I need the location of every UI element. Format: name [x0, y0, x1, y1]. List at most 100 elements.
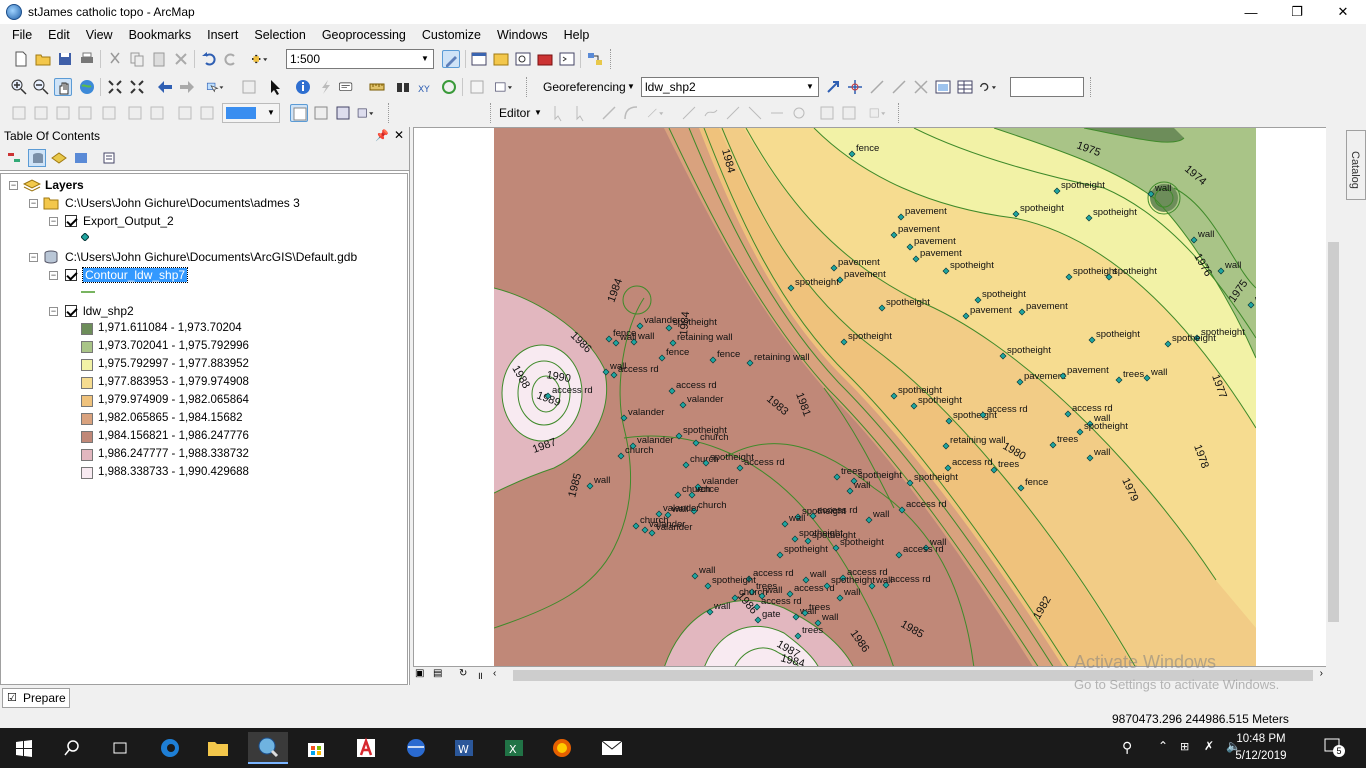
list-by-source-icon[interactable]: [28, 149, 46, 167]
rotate-tool-icon[interactable]: [978, 78, 1004, 96]
menu-edit[interactable]: Edit: [40, 24, 78, 46]
network-icon[interactable]: ✗: [1204, 739, 1214, 753]
menu-help[interactable]: Help: [556, 24, 598, 46]
delete-icon[interactable]: [172, 50, 190, 68]
mail-icon[interactable]: [592, 732, 632, 764]
maximize-button[interactable]: ❐: [1274, 0, 1320, 24]
change-layout-icon[interactable]: [334, 104, 352, 122]
menu-geoprocessing[interactable]: Geoprocessing: [314, 24, 414, 46]
legend-swatch[interactable]: [81, 359, 93, 371]
arctoolbox-icon[interactable]: [536, 50, 554, 68]
layer-raster[interactable]: ldw_shp2: [83, 302, 134, 320]
list-by-selection-icon[interactable]: [72, 149, 90, 167]
new-document-icon[interactable]: [12, 50, 30, 68]
cut-icon[interactable]: [106, 50, 124, 68]
add-data-icon[interactable]: [250, 50, 276, 68]
layer-contour[interactable]: Contour_ldw_shp7: [81, 266, 189, 284]
rotate-edit-icon[interactable]: [768, 104, 786, 122]
excel-icon[interactable]: X: [494, 732, 534, 764]
contour-visibility-checkbox[interactable]: [65, 269, 77, 281]
focus-data-frame-icon[interactable]: [312, 104, 330, 122]
language-icon[interactable]: ⊞: [1180, 740, 1189, 753]
action-center-icon[interactable]: 5: [1324, 738, 1345, 757]
layout-pan-icon[interactable]: [54, 104, 72, 122]
layout-view-icon[interactable]: ▤: [433, 668, 442, 679]
toggle-draft-mode-icon[interactable]: [290, 104, 308, 122]
menu-bookmarks[interactable]: Bookmarks: [121, 24, 200, 46]
acrobat-icon[interactable]: [346, 732, 386, 764]
zoom-in-icon[interactable]: [10, 78, 28, 96]
zoom-out-icon[interactable]: [32, 78, 50, 96]
editor-toolbar-icon[interactable]: [442, 50, 460, 68]
menu-file[interactable]: File: [4, 24, 40, 46]
vscroll-thumb[interactable]: [1328, 242, 1339, 622]
legend-swatch[interactable]: [81, 431, 93, 443]
data-driven-pages-icon[interactable]: [356, 104, 382, 122]
measure-icon[interactable]: [368, 78, 386, 96]
start-button[interactable]: [4, 732, 44, 764]
catalog-window-icon[interactable]: [492, 50, 510, 68]
layout-back-icon[interactable]: [176, 104, 194, 122]
fixed-zoom-in-icon[interactable]: [106, 78, 124, 96]
word-icon[interactable]: W: [444, 732, 484, 764]
layout-zoom-out-icon[interactable]: [32, 104, 50, 122]
reshape-icon[interactable]: [702, 104, 720, 122]
undo-icon[interactable]: [200, 50, 218, 68]
toc-close-icon[interactable]: ✕: [394, 128, 404, 142]
copy-icon[interactable]: [128, 50, 146, 68]
system-clock[interactable]: 10:48 PM 5/12/2019: [1224, 731, 1298, 765]
people-icon[interactable]: ⚲: [1122, 739, 1132, 756]
save-icon[interactable]: [56, 50, 74, 68]
legend-swatch[interactable]: [81, 341, 93, 353]
pause-icon[interactable]: ॥: [477, 668, 483, 682]
legend-swatch[interactable]: [81, 449, 93, 461]
edit-annotation-icon[interactable]: [572, 104, 590, 122]
rotate-feature-icon[interactable]: [790, 104, 808, 122]
rotate-icon[interactable]: [824, 78, 842, 96]
gdb-group-default[interactable]: C:\Users\John Gichure\Documents\ArcGIS\D…: [43, 248, 357, 266]
group1-collapse-toggle[interactable]: −: [29, 199, 38, 208]
firefox-icon[interactable]: [542, 732, 582, 764]
legend-swatch[interactable]: [81, 395, 93, 407]
folder-group-admes[interactable]: C:\Users\John Gichure\Documents\admes 3: [43, 194, 300, 212]
zoom-to-link-icon[interactable]: [890, 78, 908, 96]
store-icon[interactable]: [296, 732, 336, 764]
menu-customize[interactable]: Customize: [414, 24, 489, 46]
add-control-points-icon[interactable]: [846, 78, 864, 96]
forward-extent-icon[interactable]: [178, 78, 196, 96]
legend-swatch[interactable]: [81, 413, 93, 425]
link-table-icon[interactable]: [956, 78, 974, 96]
export-visibility-checkbox[interactable]: [65, 215, 77, 227]
topographic-map[interactable]: 1975 1974 1976 1975 1977 1978 1979 1980 …: [494, 128, 1256, 667]
file-explorer-icon[interactable]: [198, 732, 238, 764]
python-window-icon[interactable]: [558, 50, 576, 68]
straight-segment-icon[interactable]: [600, 104, 618, 122]
select-elements-icon[interactable]: [266, 78, 284, 96]
prepare-tab[interactable]: ☑ Prepare: [2, 688, 70, 708]
split-icon[interactable]: [746, 104, 764, 122]
print-icon[interactable]: [78, 50, 96, 68]
catalog-side-tab[interactable]: Catalog: [1346, 130, 1366, 200]
task-view-icon[interactable]: [100, 732, 140, 764]
refresh-icon[interactable]: ↻: [459, 668, 467, 679]
editor-menu[interactable]: Editor: [499, 104, 530, 122]
menu-view[interactable]: View: [78, 24, 121, 46]
close-button[interactable]: ✕: [1320, 0, 1366, 24]
select-features-icon[interactable]: [206, 78, 234, 96]
search-icon[interactable]: [52, 732, 92, 764]
attributes-icon[interactable]: [818, 104, 836, 122]
viewer-icon[interactable]: [934, 78, 952, 96]
group2-collapse-toggle[interactable]: −: [29, 253, 38, 262]
modelbuilder-icon[interactable]: [586, 50, 604, 68]
raster-collapse-toggle[interactable]: −: [49, 307, 58, 316]
contour-collapse-toggle[interactable]: −: [49, 271, 58, 280]
export-collapse-toggle[interactable]: −: [49, 217, 58, 226]
list-by-visibility-icon[interactable]: [50, 149, 68, 167]
chrome-icon[interactable]: [396, 732, 436, 764]
fixed-zoom-out-icon[interactable]: [128, 78, 146, 96]
identify-icon[interactable]: [294, 78, 312, 96]
search-window-icon[interactable]: [514, 50, 532, 68]
rotation-angle-input[interactable]: [1010, 77, 1084, 97]
full-extent-icon[interactable]: [78, 78, 96, 96]
construction-tools-icon[interactable]: [646, 104, 672, 122]
